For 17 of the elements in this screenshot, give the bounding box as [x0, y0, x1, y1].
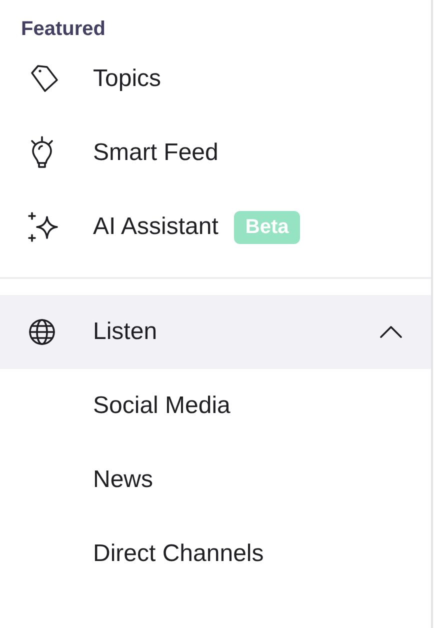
- lightbulb-icon: [28, 136, 56, 170]
- submenu-item[interactable]: Direct Channels: [0, 517, 431, 591]
- sidebar-item[interactable]: Smart Feed: [0, 116, 431, 190]
- item-label: Topics: [93, 65, 162, 93]
- sparkles-icon: [28, 211, 60, 243]
- globe-icon: [28, 318, 56, 346]
- tag-icon: [28, 63, 60, 95]
- item-label: AI Assistant: [93, 213, 218, 241]
- submenu-item[interactable]: News: [0, 443, 431, 517]
- sidebar-item[interactable]: AI Assistant Beta: [0, 190, 431, 264]
- item-label: Listen: [93, 318, 158, 346]
- section-title: Featured: [20, 17, 106, 42]
- beta-badge: Beta: [234, 210, 300, 244]
- submenu-item[interactable]: Social Media: [0, 369, 431, 443]
- sidebar-item[interactable]: Topics: [0, 42, 431, 116]
- sidebar-group[interactable]: Listen: [0, 295, 431, 369]
- item-label: Smart Feed: [93, 139, 218, 167]
